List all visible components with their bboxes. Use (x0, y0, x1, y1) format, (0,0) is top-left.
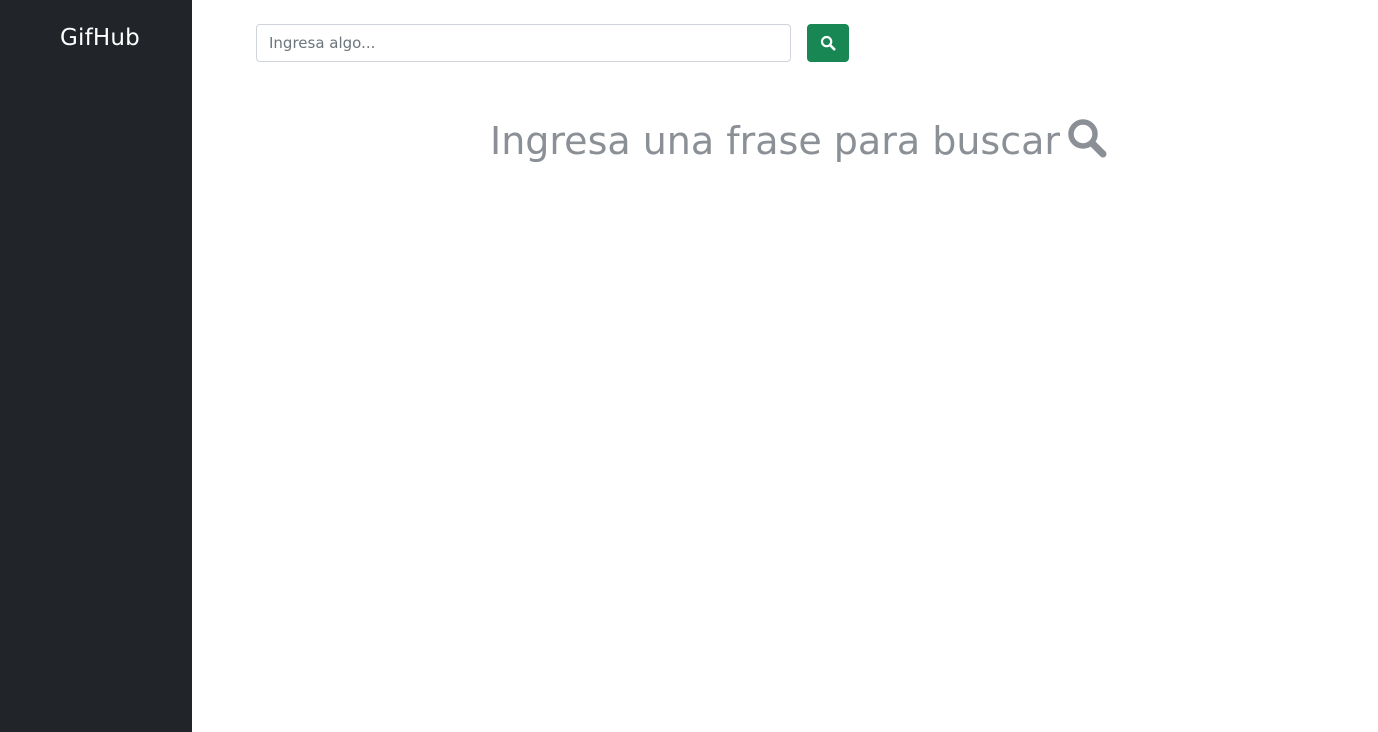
main-content: Ingresa una frase para buscar (192, 0, 1378, 732)
search-icon (1066, 117, 1108, 159)
search-input[interactable] (256, 24, 791, 62)
empty-state-message: Ingresa una frase para buscar (489, 119, 1061, 163)
app-root: GifHub Ingresa una frase para buscar (0, 0, 1378, 732)
search-icon (820, 35, 836, 51)
empty-state-prompt: Ingresa una frase para buscar (192, 116, 1378, 166)
sidebar: GifHub (0, 0, 192, 732)
search-button[interactable] (807, 24, 849, 62)
brand-title[interactable]: GifHub (0, 24, 200, 52)
